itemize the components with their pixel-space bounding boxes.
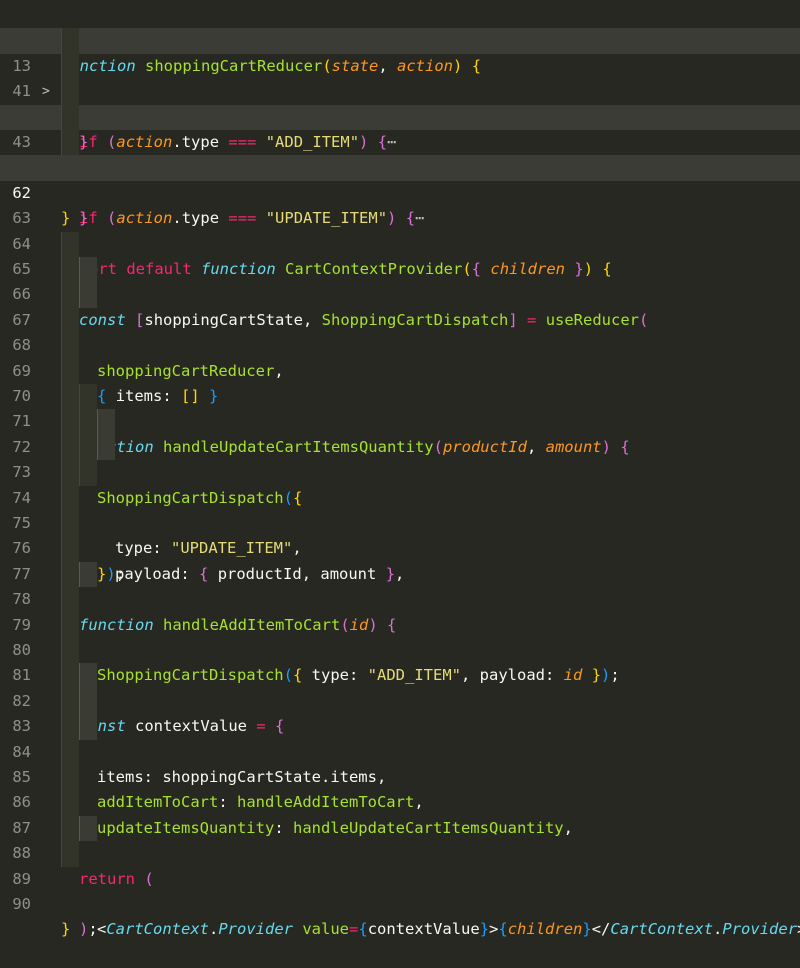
code-line[interactable]: 72 type: "UPDATE_ITEM", [0, 409, 800, 557]
code-line-folded[interactable]: 13 > if (action.type === "ADD_ITEM") {⋯ [0, 28, 800, 151]
indent-guide [61, 282, 79, 308]
indent-guide [61, 434, 79, 461]
code-line[interactable]: 77 function handleAddItemToCart(id) { [0, 536, 800, 634]
indent-guide [61, 460, 79, 486]
indent-guide [61, 790, 79, 816]
code-line[interactable]: 87 return ( [0, 790, 800, 888]
indent-guide [61, 511, 79, 537]
indent-guide [61, 104, 79, 130]
indent-guide [61, 841, 79, 867]
indent-guide [61, 485, 79, 511]
code-line[interactable]: 85 }; [0, 739, 800, 837]
indent-guide [97, 409, 115, 435]
indent-guide [79, 815, 97, 842]
indent-guide [61, 79, 79, 105]
indent-guide [79, 384, 97, 410]
indent-guide [61, 815, 79, 842]
code-line[interactable]: 79 } [0, 587, 800, 684]
code-text: ); [79, 920, 98, 939]
code-line-folded[interactable]: 43 > if (action.type === "UPDATE_ITEM") … [0, 104, 800, 227]
code-line[interactable]: 76 [0, 511, 800, 557]
indent-guide [79, 409, 97, 435]
indent-guide [61, 688, 79, 715]
code-line[interactable]: 64 export default function CartContextPr… [0, 206, 800, 278]
code-line[interactable]: 12 function shoppingCartReducer(state, a… [0, 3, 800, 74]
code-line[interactable]: 75 } [0, 485, 800, 583]
code-line[interactable]: 82 items: shoppingCartState.items, [0, 663, 800, 786]
indent-guide [79, 714, 97, 740]
indent-guide [61, 663, 79, 689]
code-line[interactable]: 89 ); [0, 841, 800, 938]
indent-guide [61, 53, 79, 80]
indent-guide [79, 434, 97, 461]
indent-guide [61, 638, 79, 664]
indent-guide [61, 358, 79, 384]
indent-guide [97, 434, 115, 461]
code-line[interactable]: 90 } [0, 867, 800, 938]
indent-guide [79, 561, 97, 588]
code-line[interactable]: 86 [0, 765, 800, 811]
indent-guide [61, 536, 79, 562]
code-line[interactable]: 67 { items: [] } [0, 282, 800, 405]
code-line[interactable]: 69 [0, 333, 800, 380]
indent-guide [61, 765, 79, 791]
indent-guide [79, 282, 97, 308]
indent-guide [61, 612, 79, 638]
code-line[interactable]: 78 ShoppingCartDispatch({ type: "ADD_ITE… [0, 561, 800, 684]
code-line[interactable]: 42 [0, 79, 800, 126]
code-line-current[interactable]: 62 } [0, 155, 800, 227]
indent-guide [61, 307, 79, 334]
indent-guide [79, 688, 97, 715]
indent-guide [61, 333, 79, 359]
code-line[interactable]: 61 } [0, 130, 800, 227]
indent-guide [61, 130, 79, 156]
indent-guide [61, 587, 79, 613]
indent-guide [61, 739, 79, 765]
indent-guide [61, 561, 79, 588]
indent-guide [61, 714, 79, 740]
indent-guide [61, 384, 79, 410]
indent-guide [79, 460, 97, 486]
code-line[interactable]: 68 ); [0, 307, 800, 405]
indent-guide [61, 28, 79, 54]
code-line[interactable]: 73 payload: { productId, amount }, [0, 434, 800, 583]
code-line[interactable]: 84 updateItemsQuantity: handleUpdateCart… [0, 714, 800, 837]
code-line[interactable]: 74 }); [0, 460, 800, 583]
code-text: <CartContext.Provider value={contextValu… [97, 920, 800, 939]
code-line[interactable]: 88 <CartContext.Provider value={contextV… [0, 815, 800, 938]
indent-guide [79, 663, 97, 689]
indent-guide [61, 409, 79, 435]
code-editor[interactable]: 12 function shoppingCartReducer(state, a… [0, 0, 800, 938]
indent-guide [61, 231, 79, 257]
code-line[interactable]: 80 [0, 612, 800, 659]
indent-guide [61, 257, 79, 283]
code-line[interactable]: 63 [0, 181, 800, 227]
code-line[interactable]: 65 const [shoppingCartState, ShoppingCar… [0, 231, 800, 329]
code-line[interactable]: 70 function handleUpdateCartItemsQuantit… [0, 358, 800, 456]
code-line[interactable]: 41 } [0, 53, 800, 151]
code-text: } [61, 920, 71, 939]
indent-guide [79, 257, 97, 283]
code-line[interactable]: 81 const contextValue = { [0, 638, 800, 735]
code-line[interactable]: 66 shoppingCartReducer, [0, 257, 800, 380]
code-line[interactable]: 83 addItemToCart: handleAddItemToCart, [0, 688, 800, 811]
code-line[interactable]: 71 ShoppingCartDispatch({ [0, 384, 800, 507]
line-number: 90 [12, 895, 31, 913]
